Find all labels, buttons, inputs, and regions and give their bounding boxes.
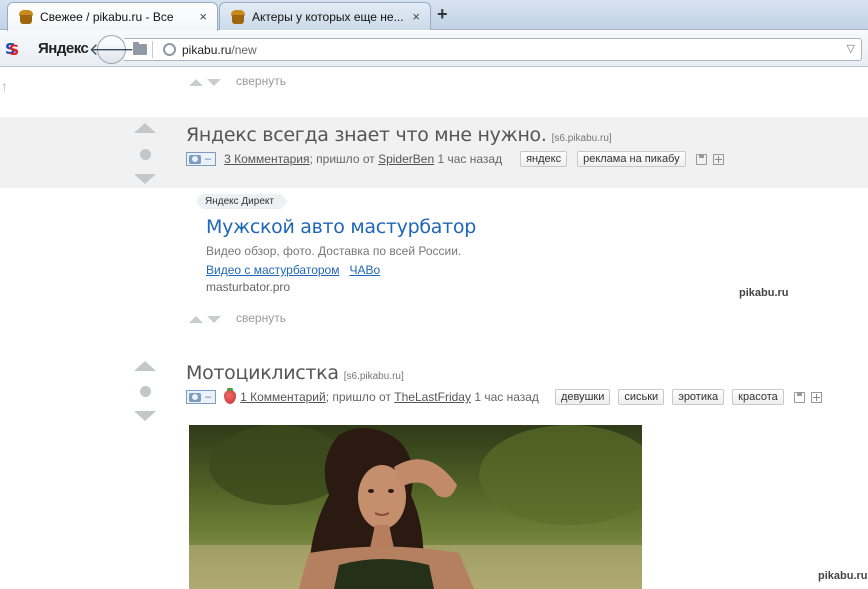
post-domain: [s6.pikabu.ru] [551, 133, 612, 144]
back-arrow-icon: 🡐 [88, 39, 135, 59]
save-icon[interactable] [695, 153, 707, 165]
globe-icon [163, 43, 176, 56]
post-meta: – 3 Комментария ; пришло от SpiderBen 1 … [186, 151, 724, 167]
plus-icon[interactable] [810, 391, 822, 403]
collapse-arrows[interactable] [189, 316, 221, 323]
post-time: 1 час назад [434, 152, 503, 166]
close-tab-icon[interactable]: × [199, 9, 207, 24]
strawberry-icon [224, 388, 237, 404]
image-toggle-button[interactable]: – [186, 152, 217, 166]
separator [152, 41, 153, 58]
tab-pikabu-new[interactable]: Свежее / pikabu.ru - Все × [7, 2, 218, 31]
vote-down-icon[interactable] [134, 174, 156, 184]
post-title[interactable]: Яндекс всегда знает что мне нужно. [s6.pi… [186, 124, 612, 146]
ad-links: Видео с мастурбатором ЧАВо [206, 263, 390, 277]
close-tab-icon[interactable]: × [412, 9, 420, 24]
url-text[interactable]: pikabu.ru/new [182, 43, 257, 57]
post-domain: [s6.pikabu.ru] [343, 371, 404, 382]
vote-up-icon[interactable] [134, 361, 156, 371]
author-link[interactable]: TheLastFriday [394, 390, 471, 404]
pikabu-favicon-icon [18, 10, 34, 24]
new-tab-button[interactable]: + [437, 4, 448, 25]
tag[interactable]: эротика [672, 389, 725, 405]
url-host: pikabu.ru [182, 43, 232, 57]
ad-domain[interactable]: masturbator.pro [206, 280, 290, 294]
tab-title: Актеры у которых еще не... [252, 9, 404, 24]
post-title-text[interactable]: Мотоциклистка [186, 362, 339, 384]
tag[interactable]: красота [732, 389, 784, 405]
collapse-link[interactable]: свернуть [236, 74, 286, 88]
arrow-down-icon [207, 316, 221, 323]
camera-icon [189, 392, 201, 402]
woman-photo-icon [189, 425, 642, 589]
folder-icon[interactable] [133, 42, 147, 55]
tab-strip: Свежее / pikabu.ru - Все × Актеры у кото… [0, 0, 868, 31]
minus-icon: – [205, 153, 212, 165]
camera-icon [189, 154, 201, 164]
chevron-down-icon[interactable]: ▽ [847, 42, 855, 55]
yandex-direct-badge[interactable]: Яндекс Директ [197, 194, 288, 209]
vote-up-icon[interactable] [134, 123, 156, 133]
yandex-logo-icon[interactable]: SS [5, 40, 22, 59]
image-toggle-button[interactable]: – [186, 390, 217, 404]
arrow-down-icon [207, 79, 221, 86]
plus-icon[interactable] [712, 153, 724, 165]
tag[interactable]: реклама на пикабу [577, 151, 686, 167]
post-title[interactable]: Мотоциклистка [s6.pikabu.ru] [186, 362, 404, 384]
pikabu-favicon-icon [230, 9, 246, 24]
author-link[interactable]: SpiderBen [378, 152, 434, 166]
post-title-text[interactable]: Яндекс всегда знает что мне нужно. [186, 124, 547, 146]
back-button[interactable]: 🡐 [89, 35, 134, 64]
url-path: /new [231, 43, 257, 57]
minus-icon: – [205, 391, 212, 403]
ad-title[interactable]: Мужской авто мастурбатор [206, 216, 476, 238]
vote-neutral-icon [140, 386, 151, 397]
comments-link[interactable]: 1 Комментарий [240, 390, 326, 404]
ad-link[interactable]: Видео с мастурбатором [206, 263, 339, 277]
ad-link[interactable]: ЧАВо [349, 263, 380, 277]
tab-title: Свежее / pikabu.ru - Все [40, 10, 174, 24]
comments-link[interactable]: 3 Комментария [224, 152, 309, 166]
watermark: pikabu.ru [818, 570, 868, 582]
save-icon[interactable] [793, 391, 805, 403]
address-bar[interactable]: pikabu.ru/new ▽ [124, 38, 862, 61]
navigation-bar: SS Яндекс pikabu.ru/new ▽ 🡐 [0, 31, 868, 67]
arrow-up-icon [189, 316, 203, 323]
post-time: 1 час назад [470, 390, 539, 404]
via-text: ; пришло от [309, 152, 379, 166]
tab-actors[interactable]: Актеры у которых еще не... × [219, 2, 431, 30]
collapse-arrows[interactable] [189, 79, 221, 86]
vote-down-icon[interactable] [134, 411, 156, 421]
arrow-up-icon [189, 79, 203, 86]
tag[interactable]: сиськи [618, 389, 665, 405]
tag[interactable]: яндекс [520, 151, 568, 167]
tag[interactable]: девушки [554, 389, 611, 405]
post-image[interactable] [189, 425, 642, 589]
yandex-brand[interactable]: Яндекс [38, 40, 89, 57]
arrow-up-icon[interactable]: ↑ [1, 78, 8, 94]
ad-text: Видео обзор, фото. Доставка по всей Росс… [206, 244, 462, 258]
vote-neutral-icon [140, 149, 151, 160]
watermark: pikabu.ru [739, 287, 789, 299]
via-text: ; пришло от [325, 390, 395, 404]
post-meta: – 1 Комментарий ; пришло от TheLastFrida… [186, 388, 822, 405]
collapse-link[interactable]: свернуть [236, 311, 286, 325]
